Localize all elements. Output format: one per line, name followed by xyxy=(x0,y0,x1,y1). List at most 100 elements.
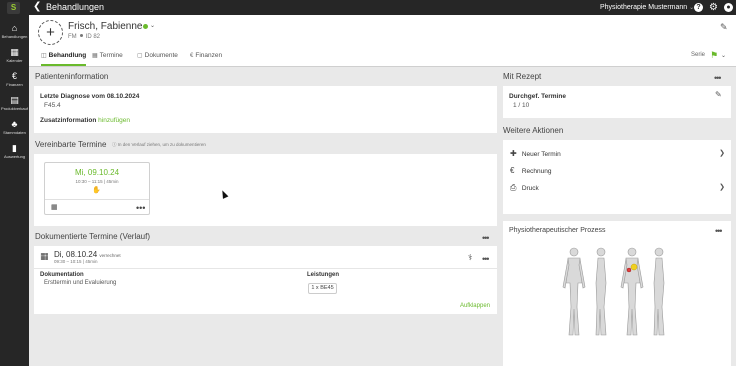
entry-badge: verrechnet xyxy=(99,253,121,258)
nav-item-label: Produktverkauf xyxy=(1,106,28,111)
body-figure-front-marked xyxy=(620,247,644,336)
nav-item-label: Kalender xyxy=(6,58,23,63)
edit-icon[interactable]: ✎ xyxy=(715,90,722,99)
rezept-card: Durchgef. Termine 1 / 10 ✎ xyxy=(503,86,731,118)
nav-item-label: Auswertung xyxy=(3,154,26,159)
action-label: Rechnung xyxy=(521,168,552,175)
dokumentation-value: Ersttermin und Evaluierung xyxy=(44,280,117,286)
euro-icon: € xyxy=(190,53,194,59)
section-title-weitere-aktionen: Weitere Aktionen xyxy=(503,126,564,135)
zusatzinfo-row: Zusatzinformation hinzufügen xyxy=(40,117,130,124)
tab-behandlung[interactable]: ◫ Behandlung xyxy=(41,50,87,66)
patient-tabs: ◫ Behandlung ▦ Termine ▢ Dokumente € Finanze… xyxy=(29,50,736,66)
more-options-icon[interactable]: ••• xyxy=(136,204,145,213)
tab-dokumente[interactable]: ▢ Dokumente xyxy=(137,50,178,66)
flag-icon[interactable]: ⚑ xyxy=(710,50,718,61)
calendar-icon: ▦ xyxy=(10,47,19,57)
gear-icon[interactable]: ⚙ xyxy=(709,3,718,13)
bar-chart-icon: ▮ xyxy=(12,143,17,153)
edit-icon[interactable]: ✎ xyxy=(720,22,728,33)
dokumentierte-termine-card: ▦ Di, 08.10.24 verrechnet 09:30 – 10:15 … xyxy=(34,246,497,314)
patient-initials: FM xyxy=(68,34,77,40)
header-divider xyxy=(29,66,736,67)
help-icon[interactable]: ? xyxy=(694,3,703,12)
patient-name: Frisch, Fabienne xyxy=(68,21,143,32)
action-druck[interactable]: ⎙ Druck ❯ xyxy=(510,183,725,193)
nav-item-kalender[interactable]: ▦ Kalender xyxy=(0,47,29,69)
appointment-divider xyxy=(45,199,149,200)
action-neuer-termin[interactable]: ✚ Neuer Termin ❯ xyxy=(510,149,725,159)
chevron-down-icon[interactable]: ⌄ xyxy=(150,22,155,29)
user-account-icon[interactable]: ● xyxy=(724,3,733,12)
body-map-illustration[interactable] xyxy=(557,243,677,343)
section-title-dokumentierte-termine: Dokumentierte Termine (Verlauf) xyxy=(35,232,151,241)
rezept-value: 1 / 10 xyxy=(513,102,530,109)
action-label: Neuer Termin xyxy=(521,151,561,158)
nav-item-label: Finanzen xyxy=(6,82,23,87)
zusatzinfo-add-link[interactable]: hinzufügen xyxy=(98,117,130,124)
drag-hint: ⓘ In den Verlauf ziehen, um zu dokumenti… xyxy=(112,142,206,147)
diagnose-label: Letzte Diagnose vom 08.10.2024 xyxy=(40,93,140,100)
plus-icon: ✚ xyxy=(510,149,517,158)
body-figure-front xyxy=(562,247,586,336)
prozess-card: Physiotherapeutischer Prozess ••• xyxy=(503,221,731,366)
status-indicator[interactable] xyxy=(143,24,148,29)
section-title-patienteninformation: Patienteninformation xyxy=(35,72,109,81)
nav-item-stammdaten[interactable]: ♣ Stammdaten xyxy=(0,119,29,141)
tab-label: Termine xyxy=(99,52,123,59)
chevron-right-icon: ❯ xyxy=(719,150,725,157)
prozess-title: Physiotherapeutischer Prozess xyxy=(509,227,606,234)
drag-hint-text: In den Verlauf ziehen, um zu dokumentier… xyxy=(117,142,206,147)
serie-label: Serie xyxy=(691,52,706,58)
entry-divider xyxy=(34,268,497,269)
nav-item-auswertung[interactable]: ▮ Auswertung xyxy=(0,143,29,165)
zusatzinfo-label: Zusatzinformation xyxy=(40,117,97,124)
dokumentation-label: Dokumentation xyxy=(40,272,84,278)
calendar-icon[interactable]: ▦ xyxy=(51,203,58,211)
back-arrow-icon[interactable]: ❮ xyxy=(33,1,41,13)
body-figure-side xyxy=(595,247,607,336)
separator-dot xyxy=(79,34,83,37)
patient-info-card: Letzte Diagnose vom 08.10.2024 F45.4 Zus… xyxy=(34,86,497,133)
tab-termine[interactable]: ▦ Termine xyxy=(92,50,123,66)
entry-date: Di, 08.10.24 xyxy=(54,250,98,259)
more-options-icon[interactable]: ••• xyxy=(715,227,723,236)
pain-marker-yellow xyxy=(630,263,638,271)
more-options-icon[interactable]: ••• xyxy=(714,74,722,83)
more-options-icon[interactable]: ••• xyxy=(482,234,490,243)
tab-label: Finanzen xyxy=(195,52,223,59)
calendar-icon: ▦ xyxy=(40,251,49,261)
entry-date-row: Di, 08.10.24 verrechnet xyxy=(54,250,121,259)
action-rechnung[interactable]: € Rechnung xyxy=(510,166,725,176)
top-bar: S ❮ Behandlungen Physiotherapie Musterma… xyxy=(0,0,736,15)
left-navigation: ⌂ Behandlungen ▦ Kalender € Finanzen ▤ P… xyxy=(0,15,29,366)
section-title-mit-rezept: Mit Rezept xyxy=(503,72,542,81)
action-label: Druck xyxy=(521,185,539,192)
practice-selector[interactable]: Physiotherapie Mustermann ⌄ xyxy=(600,3,694,13)
sitemap-icon: ♣ xyxy=(11,119,18,129)
stethoscope-icon[interactable]: ⚕ xyxy=(468,253,472,262)
tab-label: Dokumente xyxy=(144,52,178,59)
patient-id: ID 82 xyxy=(85,34,101,40)
appointment-time: 10:30 – 11:15 | 45min xyxy=(75,179,119,184)
appointment-card[interactable]: Mi, 09.10.24 10:30 – 11:15 | 45min ✋ ▦ •… xyxy=(44,162,150,215)
more-options-icon[interactable]: ••• xyxy=(482,255,490,264)
body-figure-side-right xyxy=(653,247,665,336)
avatar-add-icon[interactable]: + xyxy=(38,20,63,45)
euro-icon: € xyxy=(11,71,17,81)
aufklappen-link[interactable]: Aufklappen xyxy=(460,303,490,309)
tab-label: Behandlung xyxy=(48,52,87,59)
entry-time: 09:30 – 10:15 | 45min xyxy=(54,259,98,264)
patient-header: + Frisch, Fabienne ⌄ FM ID 82 ✎ ◫ Behandlu… xyxy=(29,15,736,67)
app-logo[interactable]: S xyxy=(7,2,20,14)
nav-item-behandlungen[interactable]: ⌂ Behandlungen xyxy=(0,23,29,45)
section-title-vereinbarte-termine: Vereinbarte Termine xyxy=(35,140,107,149)
rezept-label: Durchgef. Termine xyxy=(509,93,566,100)
nav-item-produktverkauf[interactable]: ▤ Produktverkauf xyxy=(0,95,29,117)
document-icon: ▤ xyxy=(10,95,19,105)
nav-item-finanzen[interactable]: € Finanzen xyxy=(0,71,29,93)
tab-finanzen[interactable]: € Finanzen xyxy=(190,50,222,66)
chevron-down-icon[interactable]: ⌄ xyxy=(721,52,726,59)
pain-marker-red xyxy=(626,267,632,273)
euro-icon: € xyxy=(510,166,515,175)
